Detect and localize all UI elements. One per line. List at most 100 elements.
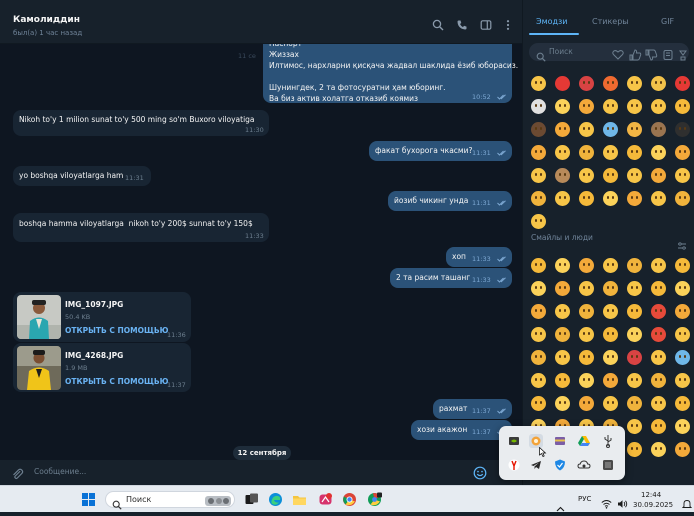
message-bubble-outgoing[interactable]: 2 та расим ташанг 11:33 <box>390 268 512 288</box>
emoji-item[interactable] <box>603 122 618 137</box>
emoji-item[interactable] <box>531 76 546 91</box>
emoji-item[interactable] <box>651 191 666 206</box>
message-bubble-incoming[interactable]: Nikoh to'y 1 milion sunat to'y 500 ming … <box>13 110 269 136</box>
emoji-item[interactable] <box>651 145 666 160</box>
emoji-item[interactable] <box>675 373 690 388</box>
emoji-item[interactable] <box>555 304 570 319</box>
taskbar-search[interactable]: Поиск <box>105 491 235 510</box>
message-list[interactable]: 11 се Паспорт Жиззах Илтимос, нархларни … <box>0 44 522 460</box>
file-attachment[interactable]: IMG_1097.JPG 50.4 KB ОТКРЫТЬ С ПОМОЩЬЮ 1… <box>13 292 191 342</box>
emoji-item[interactable] <box>531 168 546 183</box>
tab-stickers[interactable]: Стикеры <box>592 17 629 26</box>
emoji-item[interactable] <box>603 258 618 273</box>
emoji-item[interactable] <box>627 168 642 183</box>
chrome-icon[interactable] <box>342 492 357 507</box>
emoji-item[interactable] <box>675 396 690 411</box>
emoji-item[interactable] <box>675 350 690 365</box>
file-explorer-icon[interactable] <box>292 492 307 507</box>
usb-icon[interactable] <box>601 434 615 448</box>
message-bubble-outgoing[interactable]: рахмат 11:37 <box>433 399 512 419</box>
emoji-item[interactable] <box>603 76 618 91</box>
message-bubble-outgoing[interactable]: факат бухорога чкасми? 11:31 <box>369 141 512 161</box>
emoji-item[interactable] <box>675 304 690 319</box>
clock-time[interactable]: 12:44 <box>641 491 661 499</box>
edge-icon[interactable] <box>268 492 283 507</box>
emoji-item[interactable] <box>579 327 594 342</box>
emoji-item[interactable] <box>531 373 546 388</box>
emoji-item[interactable] <box>579 99 594 114</box>
emoji-item[interactable] <box>555 191 570 206</box>
notification-bell-icon[interactable] <box>681 494 693 508</box>
emoji-item[interactable] <box>579 122 594 137</box>
emoji-item[interactable] <box>531 214 546 229</box>
photo-thumbnail[interactable] <box>17 346 61 390</box>
emoji-item[interactable] <box>531 145 546 160</box>
emoji-item[interactable] <box>555 99 570 114</box>
emoji-item[interactable] <box>579 396 594 411</box>
emoji-item[interactable] <box>603 396 618 411</box>
emoji-item[interactable] <box>579 76 594 91</box>
tab-emoji[interactable]: Эмодзи <box>536 17 568 26</box>
attach-icon[interactable] <box>11 466 24 480</box>
emoji-item[interactable] <box>579 145 594 160</box>
emoji-item[interactable] <box>555 122 570 137</box>
emoji-item[interactable] <box>675 419 690 434</box>
yandex-icon[interactable] <box>507 458 521 472</box>
windows-start-icon[interactable] <box>81 492 96 507</box>
emoji-item[interactable] <box>555 350 570 365</box>
message-bubble-outgoing[interactable]: хоп 11:33 <box>446 247 512 267</box>
emoji-item[interactable] <box>627 191 642 206</box>
emoji-item[interactable] <box>603 327 618 342</box>
emoji-item[interactable] <box>531 327 546 342</box>
emoji-item[interactable] <box>651 168 666 183</box>
emoji-item[interactable] <box>579 191 594 206</box>
emoji-item[interactable] <box>627 76 642 91</box>
emoji-item[interactable] <box>531 122 546 137</box>
emoji-item[interactable] <box>603 350 618 365</box>
app-icon-pink[interactable] <box>318 492 333 507</box>
emoji-item[interactable] <box>579 168 594 183</box>
emoji-item[interactable] <box>627 281 642 296</box>
winrar-icon[interactable] <box>553 434 567 448</box>
emoji-item[interactable] <box>627 258 642 273</box>
emoji-item[interactable] <box>675 281 690 296</box>
chat-title[interactable]: Камолиддин <box>13 15 80 25</box>
emoji-item[interactable] <box>555 76 570 91</box>
emoji-item[interactable] <box>651 327 666 342</box>
emoji-item[interactable] <box>675 191 690 206</box>
message-bubble-outgoing[interactable]: Паспорт Жиззах Илтимос, нархларни қисқач… <box>263 44 518 103</box>
emoji-item[interactable] <box>555 373 570 388</box>
emoji-item[interactable] <box>651 122 666 137</box>
volume-icon[interactable] <box>617 494 628 508</box>
file-attachment[interactable]: IMG_4268.JPG 1.9 MB ОТКРЫТЬ С ПОМОЩЬЮ 11… <box>13 343 191 392</box>
emoji-item[interactable] <box>627 350 642 365</box>
emoji-item[interactable] <box>651 350 666 365</box>
emoji-item[interactable] <box>651 258 666 273</box>
emoji-item[interactable] <box>555 258 570 273</box>
emoji-item[interactable] <box>531 191 546 206</box>
emoji-item[interactable] <box>675 442 690 457</box>
emoji-item[interactable] <box>579 373 594 388</box>
emoji-item[interactable] <box>627 145 642 160</box>
emoji-item[interactable] <box>603 99 618 114</box>
task-view-icon[interactable] <box>244 492 259 507</box>
emoji-item[interactable] <box>531 304 546 319</box>
language-indicator[interactable]: РУС <box>578 495 591 503</box>
security-shield-icon[interactable] <box>553 458 567 472</box>
emoji-item[interactable] <box>579 281 594 296</box>
emoji-item[interactable] <box>651 76 666 91</box>
emoji-item[interactable] <box>531 350 546 365</box>
emoji-item[interactable] <box>555 327 570 342</box>
emoji-item[interactable] <box>531 99 546 114</box>
message-input[interactable]: Сообщение... <box>34 467 86 476</box>
emoji-item[interactable] <box>627 327 642 342</box>
emoji-item[interactable] <box>603 191 618 206</box>
open-with-button[interactable]: ОТКРЫТЬ С ПОМОЩЬЮ <box>65 376 168 387</box>
emoji-item[interactable] <box>555 396 570 411</box>
message-bubble-incoming[interactable]: yo boshqa viloyatlarga ham 11:31 <box>13 166 151 186</box>
emoji-item[interactable] <box>675 258 690 273</box>
emoji-item[interactable] <box>627 373 642 388</box>
emoji-item[interactable] <box>579 258 594 273</box>
emoji-item[interactable] <box>651 99 666 114</box>
more-options-icon[interactable] <box>502 19 514 31</box>
